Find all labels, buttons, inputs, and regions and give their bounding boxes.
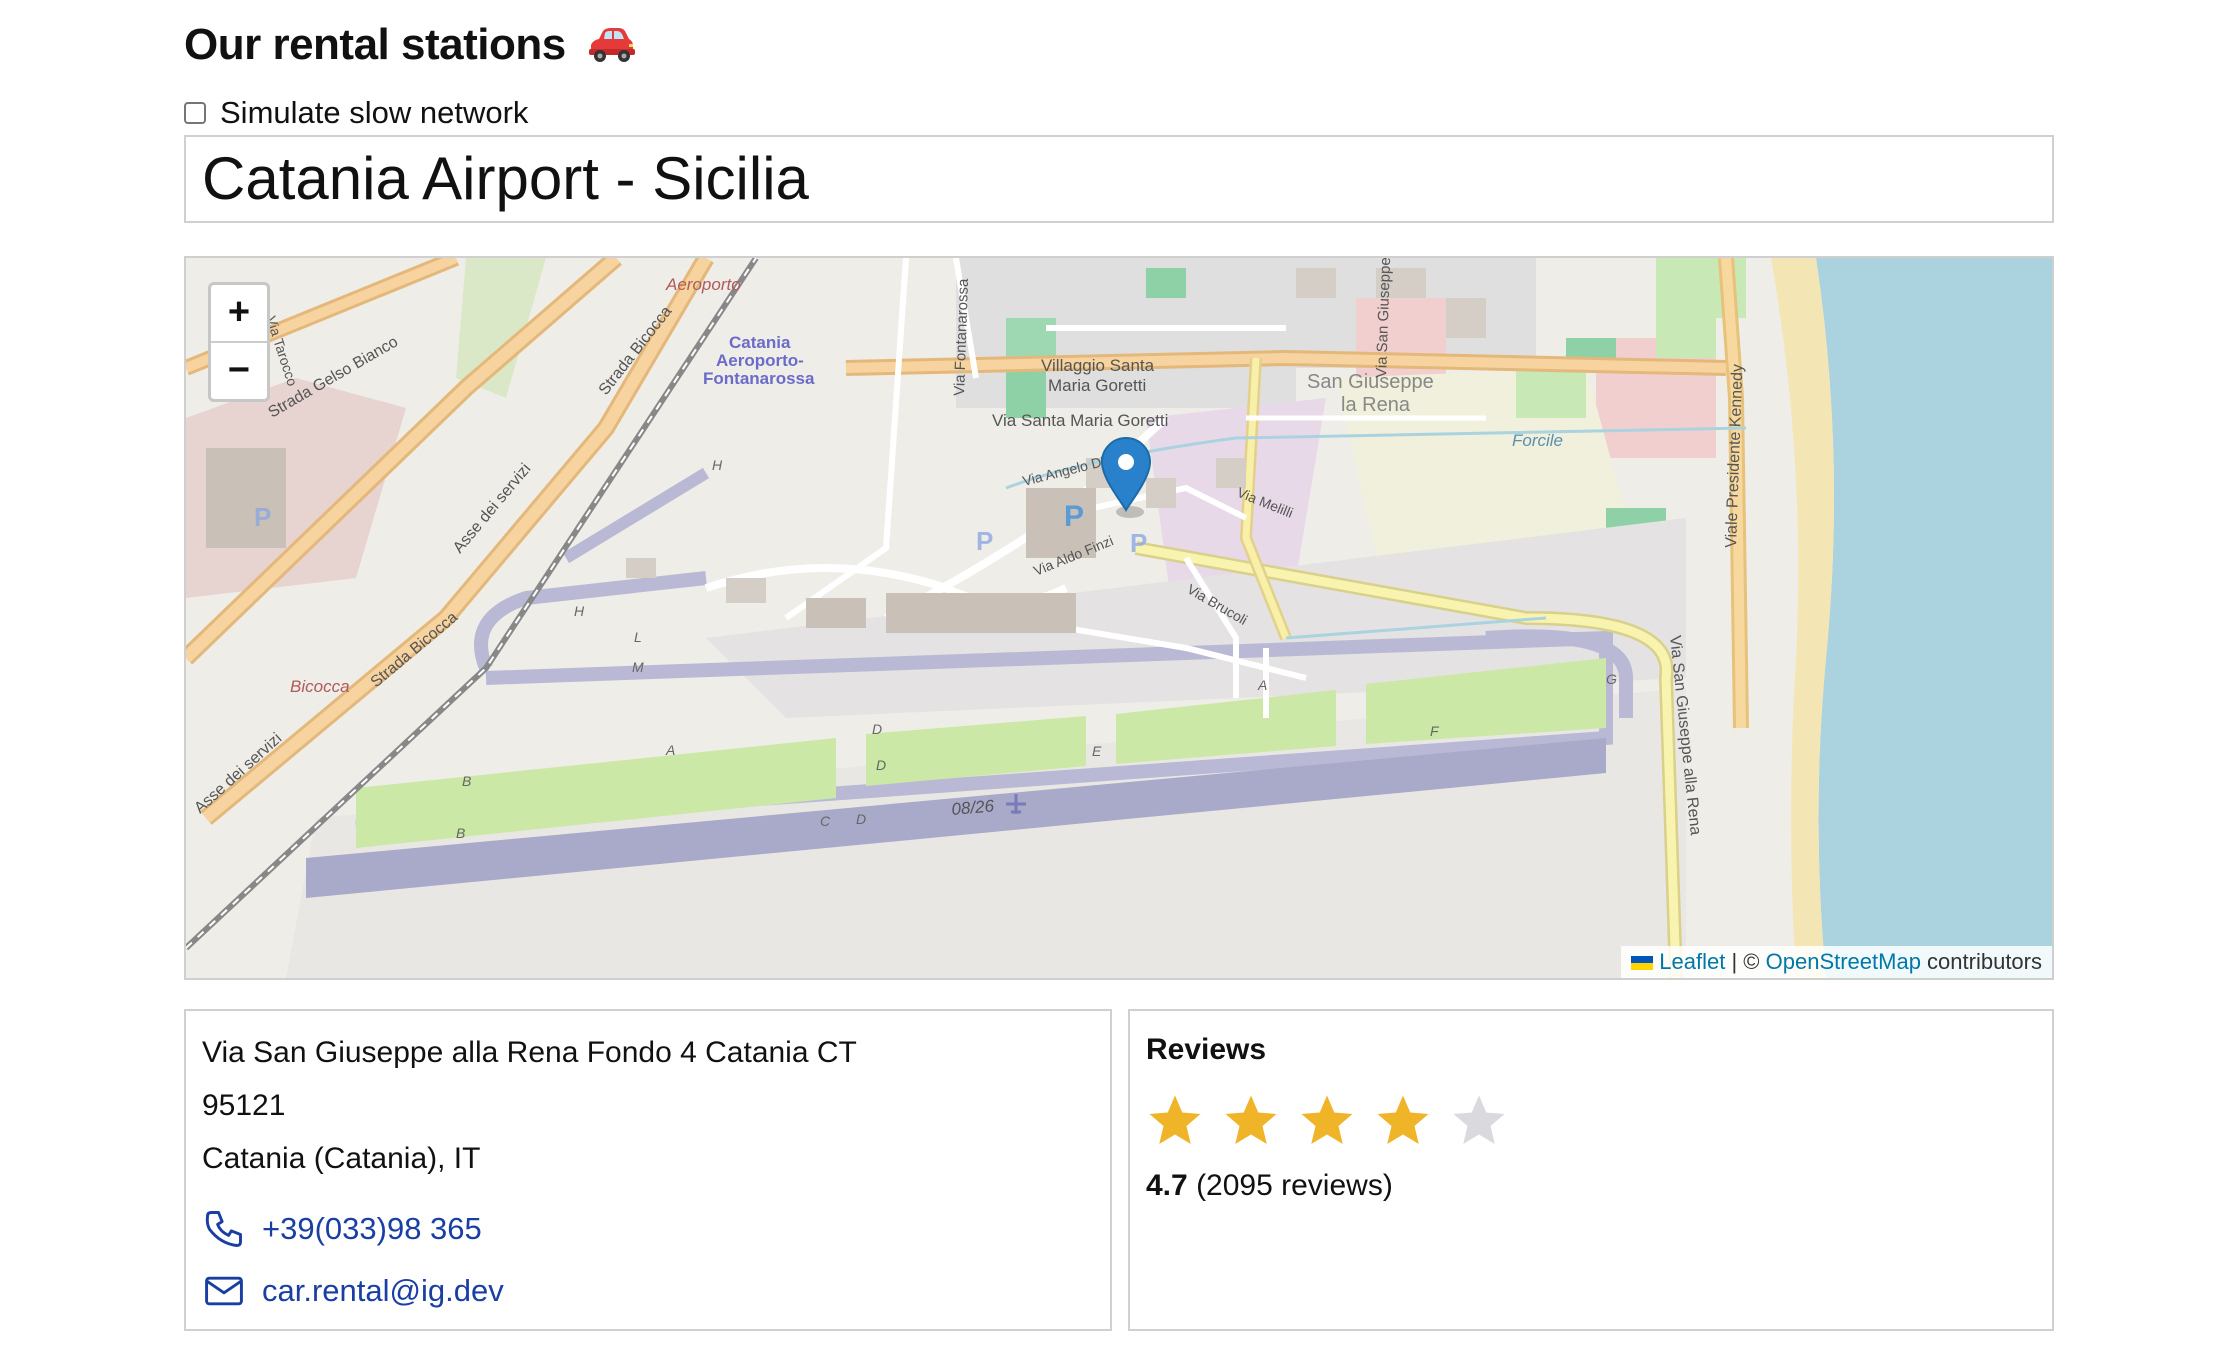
map-label-twy-m: M xyxy=(632,659,644,675)
map-label-twy-d3: D xyxy=(856,811,866,827)
map-label-station-1: Catania xyxy=(729,333,791,352)
mail-icon xyxy=(205,1276,243,1306)
map-label-twy-a1: A xyxy=(665,742,675,758)
map-label-runway: 08/26 xyxy=(951,796,996,819)
map-label-twy-b2: B xyxy=(456,825,465,841)
slow-network-label: Simulate slow network xyxy=(220,95,529,130)
map-label-forcile: Forcile xyxy=(1512,431,1563,450)
star-filled-icon xyxy=(1301,1095,1353,1144)
map-label-san-giuseppe-1: San Giuseppe xyxy=(1307,371,1434,393)
email-link[interactable]: car.rental@ig.dev xyxy=(202,1269,504,1313)
map-label-twy-f: F xyxy=(1430,723,1440,739)
reviews-title: Reviews xyxy=(1146,1033,1267,1066)
map-label-aeroporto: Aeroporto xyxy=(665,275,741,294)
leaflet-link[interactable]: Leaflet xyxy=(1659,949,1725,974)
station-selector[interactable]: Catania Airport - Sicilia xyxy=(184,135,2054,223)
slow-network-option[interactable]: Simulate slow network xyxy=(184,94,528,132)
star-filled-icon xyxy=(1225,1095,1277,1144)
red-car-icon xyxy=(585,18,636,84)
star-empty-icon xyxy=(1453,1095,1505,1144)
map-label-twy-b1: B xyxy=(462,773,471,789)
star-filled-icon xyxy=(1377,1095,1429,1144)
map-label-twy-a2: A xyxy=(1257,677,1267,693)
parking-icon: P xyxy=(976,526,993,556)
map-label-villaggio-1: Villaggio Santa xyxy=(1041,356,1155,375)
zoom-out-button[interactable]: − xyxy=(211,343,267,399)
phone-link[interactable]: +39(033)98 365 xyxy=(202,1207,482,1251)
station-selected-value: Catania Airport - Sicilia xyxy=(202,145,809,212)
map-label-twy-d2: D xyxy=(876,757,886,773)
email-address: car.rental@ig.dev xyxy=(262,1273,504,1308)
ukraine-flag-icon xyxy=(1631,956,1654,970)
map-zoom-control: + − xyxy=(208,282,270,402)
phone-icon xyxy=(205,1211,242,1247)
map-label-bicocca: Bicocca xyxy=(290,677,350,696)
openstreetmap-link[interactable]: OpenStreetMap xyxy=(1766,949,1921,974)
attribution-separator: | © xyxy=(1725,949,1766,974)
parking-icon: P xyxy=(1064,500,1084,533)
map-label-station-3: Fontanarossa xyxy=(703,369,815,388)
map-label-twy-d1: D xyxy=(872,721,882,737)
slow-network-checkbox[interactable] xyxy=(184,102,206,124)
rental-stations-page: Our rental stations Simulate slow networ… xyxy=(0,0,2235,1350)
star-rating xyxy=(1144,1091,1510,1151)
address-card: Via San Giuseppe alla Rena Fondo 4 Catan… xyxy=(184,1009,1112,1331)
map-label-villaggio-2: Maria Goretti xyxy=(1048,376,1146,395)
map-attribution: Leaflet | © OpenStreetMap contributors xyxy=(1621,946,2052,978)
map-label-twy-h2: H xyxy=(574,603,585,619)
page-title-text: Our rental stations xyxy=(184,20,566,69)
reviews-card: Reviews 4.7 (2095 reviews) xyxy=(1128,1009,2054,1331)
parking-icon: P xyxy=(1130,528,1147,558)
map-label-twy-e: E xyxy=(1092,743,1102,759)
map-label-twy-l: L xyxy=(634,629,642,645)
map-label-twy-g: G xyxy=(1606,671,1617,687)
star-filled-icon xyxy=(1149,1095,1201,1144)
parking-icon: P xyxy=(254,502,271,532)
rating-summary: 4.7 (2095 reviews) xyxy=(1146,1169,1393,1203)
address-street: Via San Giuseppe alla Rena Fondo 4 Catan… xyxy=(202,1036,857,1069)
address-postcode: 95121 xyxy=(202,1089,286,1122)
zoom-in-button[interactable]: + xyxy=(211,285,267,343)
phone-number: +39(033)98 365 xyxy=(262,1211,482,1246)
station-map[interactable]: Aeroporto Catania Aeroporto- Fontanaross… xyxy=(184,256,2054,980)
map-label-station-2: Aeroporto- xyxy=(716,351,804,370)
map-label-twy-c: C xyxy=(820,813,831,829)
address-city: Catania (Catania), IT xyxy=(202,1142,481,1175)
attribution-suffix: contributors xyxy=(1920,949,2042,974)
page-title: Our rental stations xyxy=(184,12,636,84)
map-label-twy-h1: H xyxy=(712,457,723,473)
map-label-via-smg: Via Santa Maria Goretti xyxy=(992,411,1168,430)
map-tiles[interactable]: Aeroporto Catania Aeroporto- Fontanaross… xyxy=(186,258,2052,978)
review-count: (2095 reviews) xyxy=(1196,1169,1393,1202)
map-label-san-giuseppe-2: la Rena xyxy=(1341,394,1411,416)
rating-value: 4.7 xyxy=(1146,1169,1188,1202)
